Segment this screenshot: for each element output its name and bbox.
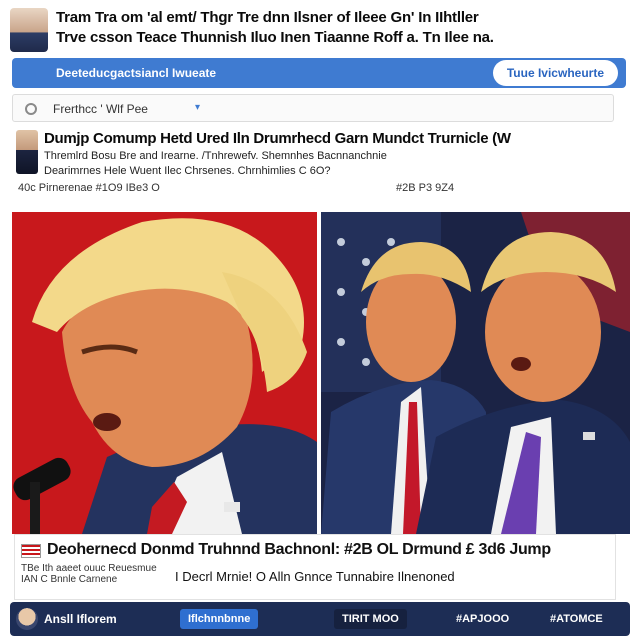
post-header: Dumjp Comump Hetd Ured Iln Drumrhecd Gar…	[14, 128, 628, 200]
flag-icon	[21, 544, 41, 558]
footer-bar: Ansll Iflorem Iflchnnbnne TIRIT MOO #APJ…	[10, 602, 630, 636]
view-button[interactable]: Tuue Ivicwheurte	[492, 60, 618, 86]
radio-icon[interactable]	[25, 103, 37, 115]
footer-button-1[interactable]: Iflchnnbnne	[180, 609, 259, 629]
author-avatar[interactable]	[16, 130, 38, 174]
filter-value[interactable]: Frerthcc ' Wlf Pee	[53, 102, 148, 116]
post-subtitle-2: Dearimrnes Hele Wuent Ilec Chrsenes. Chr…	[44, 165, 331, 177]
header-avatar[interactable]	[10, 8, 48, 52]
chevron-down-icon[interactable]: ▾	[195, 102, 200, 113]
section-bar: Deeteducgactsiancl Iwueate Tuue Ivicwheu…	[12, 58, 626, 88]
post-headline[interactable]: Dumjp Comump Hetd Ured Iln Drumrhecd Gar…	[44, 130, 511, 147]
post-subtitle: Thremlrd Bosu Bre and Irearne. /Tnhrewef…	[44, 150, 387, 162]
caption-subtitle-part1: TBe Ith aaeet ouuc Reuesmue	[21, 563, 157, 574]
photo-caption: Deohernecd Donmd Truhnnd Bachnonl: #2B O…	[14, 534, 616, 600]
footer-avatar[interactable]	[16, 608, 38, 630]
caption-subtitle-2: I Decrl Mrnie! O Alln Gnnce Tunnabire Il…	[175, 569, 455, 584]
footer-button-3[interactable]: #APJOOO	[448, 609, 517, 629]
page-header: Tram Tra om 'al emt/ Thgr Tre dnn Ilsner…	[0, 0, 640, 56]
photo-left[interactable]	[12, 212, 317, 534]
footer-username[interactable]: Ansll Iflorem	[44, 612, 117, 626]
header-title-line1: Tram Tra om 'al emt/ Thgr Tre dnn Ilsner…	[56, 9, 479, 26]
footer-button-4[interactable]: #ATOMCE	[542, 609, 611, 629]
caption-title[interactable]: Deohernecd Donmd Truhnnd Bachnonl: #2B O…	[47, 541, 551, 559]
photo-right-illustration	[321, 212, 630, 534]
filter-row[interactable]: Frerthcc ' Wlf Pee ▾	[12, 94, 614, 122]
caption-subtitle: TBe Ith aaeet ouuc Reuesmue IAN C Bnnle …	[21, 563, 157, 585]
post-meta: 40c Pirnerenae #1O9 IBe3 O	[18, 182, 160, 194]
photo-left-illustration	[12, 212, 317, 534]
photo-right[interactable]	[321, 212, 630, 534]
post-meta-right: #2B P3 9Z4	[396, 182, 455, 194]
header-title-line2: Trve csson Teace Thunnish Iluo Inen Tiaa…	[56, 29, 494, 46]
footer-button-2[interactable]: TIRIT MOO	[334, 609, 407, 629]
section-bar-title: Deeteducgactsiancl Iwueate	[56, 66, 217, 80]
caption-subtitle-part2: IAN C Bnnle Carnene	[21, 574, 118, 585]
